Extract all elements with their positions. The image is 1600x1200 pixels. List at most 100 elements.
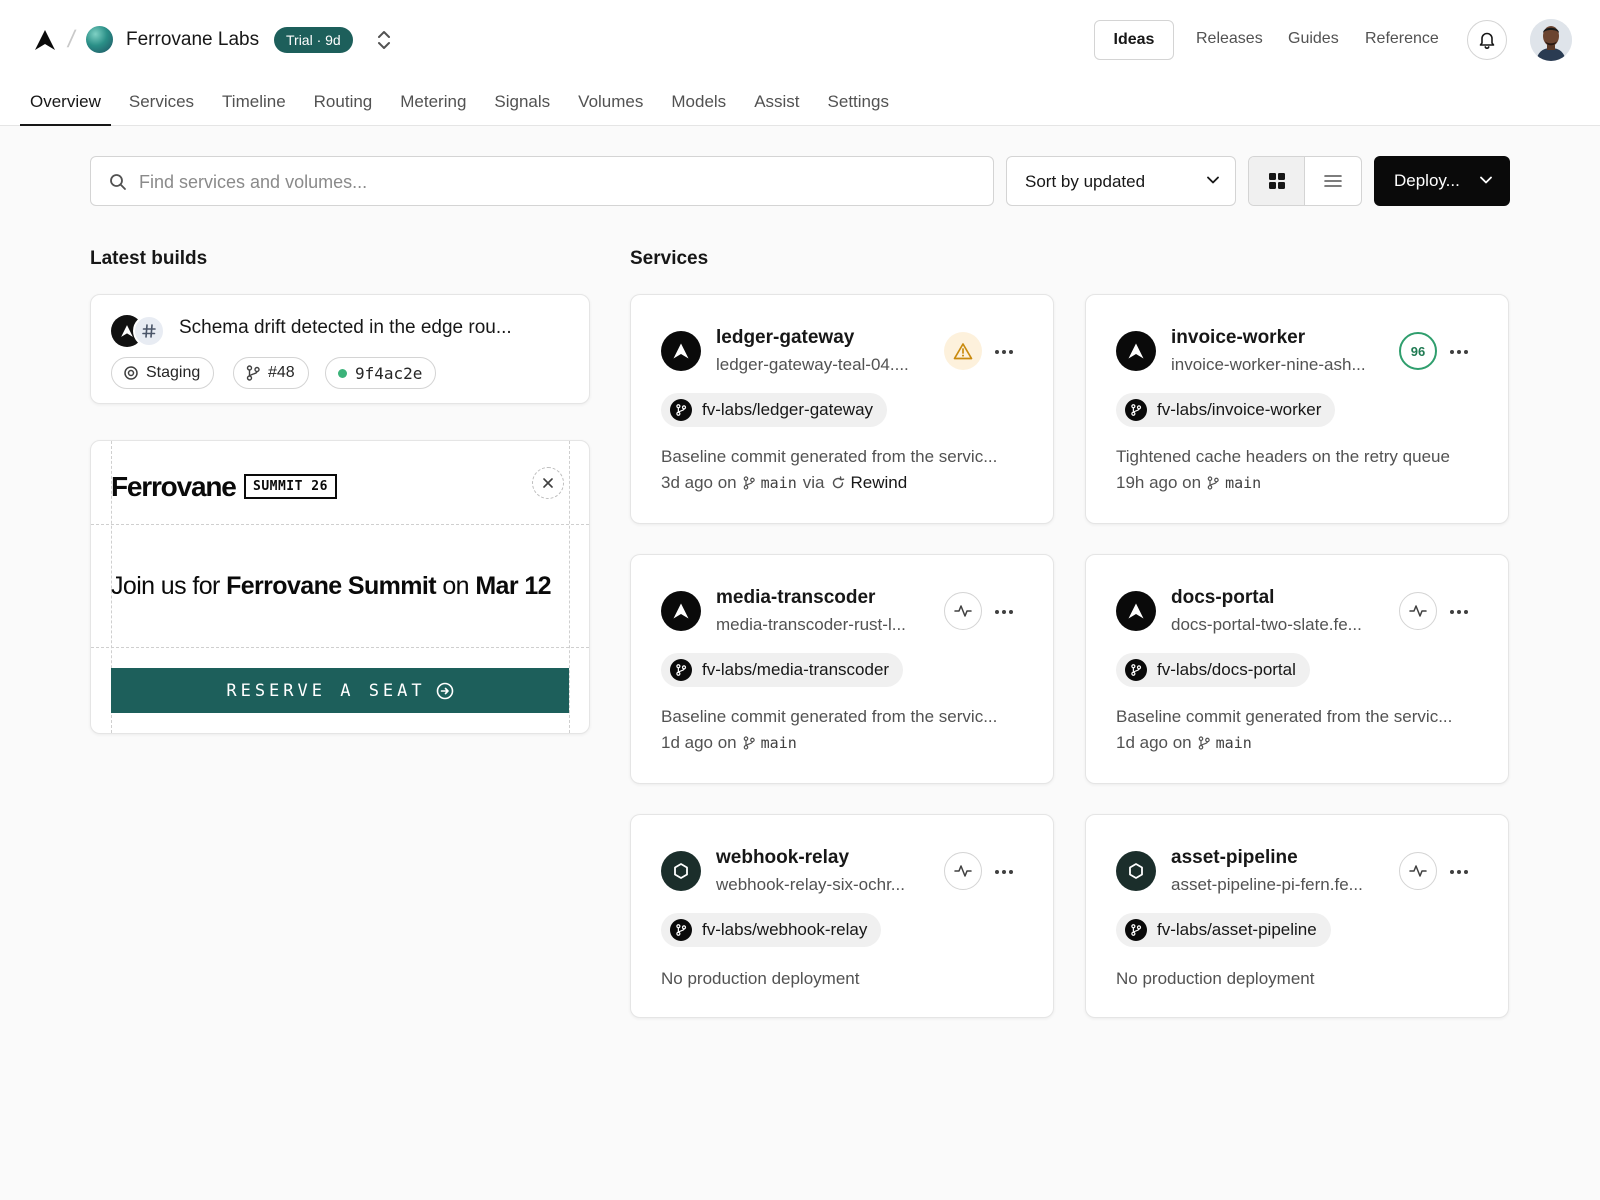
guides-link[interactable]: Guides (1288, 30, 1339, 48)
close-icon (543, 478, 553, 488)
service-card-docs-portal[interactable]: docs-portal docs-portal-two-slate.fe... … (1085, 554, 1509, 784)
brand-logo-icon[interactable] (33, 28, 57, 52)
service-more-button[interactable] (1444, 597, 1474, 627)
service-name[interactable]: asset-pipeline (1171, 847, 1298, 869)
tab-overview[interactable]: Overview (20, 86, 111, 126)
promo-brand: Ferrovane (111, 471, 237, 502)
rewind-icon (832, 476, 844, 489)
service-card-media-transcoder[interactable]: media-transcoder media-transcoder-rust-l… (630, 554, 1054, 784)
repo-name: fv-labs/ledger-gateway (702, 400, 874, 419)
service-more-button[interactable] (989, 337, 1019, 367)
sort-dropdown[interactable]: Sort by updated (1006, 156, 1236, 206)
branch-name[interactable]: main (761, 734, 797, 752)
service-url[interactable]: ledger-gateway-teal-04.... (716, 355, 928, 375)
notifications-button[interactable] (1467, 20, 1507, 60)
tab-metering[interactable]: Metering (390, 86, 476, 126)
git-branch-icon (246, 365, 260, 381)
commit-message[interactable]: Baseline commit generated from the servi… (661, 447, 1031, 467)
service-more-button[interactable] (1444, 337, 1474, 367)
branch-name[interactable]: main (761, 474, 797, 492)
deploy-meta: 19h ago on main (1116, 473, 1261, 493)
close-promo-button[interactable] (532, 467, 564, 499)
service-name[interactable]: invoice-worker (1171, 327, 1305, 349)
build-card[interactable]: Schema drift detected in the edge rou...… (90, 294, 655, 404)
service-card-webhook-relay[interactable]: webhook-relay webhook-relay-six-ochr... … (630, 814, 1054, 1018)
commit-chip[interactable]: 9f4ac2e (325, 357, 437, 389)
activity-pulse-icon[interactable] (1399, 592, 1437, 630)
service-more-button[interactable] (989, 857, 1019, 887)
score-badge[interactable]: 96 (1399, 332, 1437, 370)
team-name[interactable]: Ferrovane Labs (126, 29, 259, 51)
service-url[interactable]: media-transcoder-rust-l... (716, 615, 928, 635)
environment-chip[interactable]: Staging (111, 357, 215, 389)
sort-label: Sort by updated (1025, 172, 1146, 191)
service-name[interactable]: docs-portal (1171, 587, 1274, 609)
git-branch-icon (1207, 476, 1219, 490)
reference-link[interactable]: Reference (1365, 30, 1439, 48)
reserve-label: RESERVE A SEAT (226, 680, 426, 701)
tab-assist[interactable]: Assist (744, 86, 809, 126)
repo-chip[interactable]: fv-labs/media-transcoder (661, 653, 904, 687)
pr-chip[interactable]: #48 (233, 357, 309, 389)
branch-name[interactable]: main (1216, 734, 1252, 752)
releases-link[interactable]: Releases (1196, 30, 1263, 48)
triangle-logo-icon (661, 331, 701, 371)
service-url[interactable]: asset-pipeline-pi-fern.fe... (1171, 875, 1383, 895)
service-card-invoice-worker[interactable]: invoice-worker invoice-worker-nine-ash..… (1085, 294, 1509, 524)
list-view-button[interactable] (1305, 157, 1361, 205)
triangle-logo-icon (1116, 331, 1156, 371)
repo-chip[interactable]: fv-labs/asset-pipeline (1116, 913, 1331, 947)
team-avatar[interactable] (86, 26, 113, 53)
build-avatars (111, 315, 167, 347)
service-name[interactable]: webhook-relay (716, 847, 849, 869)
service-url[interactable]: docs-portal-two-slate.fe... (1171, 615, 1383, 635)
tab-routing[interactable]: Routing (304, 86, 383, 126)
user-avatar[interactable] (1530, 19, 1572, 61)
grid-line (91, 647, 589, 648)
service-more-button[interactable] (989, 597, 1019, 627)
repo-name: fv-labs/invoice-worker (1157, 400, 1322, 419)
deploy-meta: 1d ago on main (1116, 733, 1252, 753)
service-card-ledger-gateway[interactable]: ledger-gateway ledger-gateway-teal-04...… (630, 294, 1054, 524)
activity-pulse-icon[interactable] (944, 592, 982, 630)
commit-message[interactable]: Baseline commit generated from the servi… (661, 707, 1031, 727)
repo-chip[interactable]: fv-labs/invoice-worker (1116, 393, 1336, 427)
ideas-button[interactable]: Ideas (1094, 20, 1174, 60)
list-icon (1324, 175, 1342, 187)
service-card-asset-pipeline[interactable]: asset-pipeline asset-pipeline-pi-fern.fe… (1085, 814, 1509, 1018)
search-box[interactable] (90, 156, 994, 206)
rewind-link[interactable]: Rewind (851, 473, 908, 493)
tab-timeline[interactable]: Timeline (212, 86, 296, 126)
activity-pulse-icon[interactable] (1399, 852, 1437, 890)
service-name[interactable]: media-transcoder (716, 587, 875, 609)
warning-icon[interactable] (944, 332, 982, 370)
repo-chip[interactable]: fv-labs/docs-portal (1116, 653, 1310, 687)
activity-pulse-icon[interactable] (944, 852, 982, 890)
service-url[interactable]: webhook-relay-six-ochr... (716, 875, 928, 895)
tab-signals[interactable]: Signals (484, 86, 560, 126)
service-name[interactable]: ledger-gateway (716, 327, 854, 349)
target-icon (124, 366, 138, 380)
service-more-button[interactable] (1444, 857, 1474, 887)
deploy-time: 3d ago on (661, 473, 737, 492)
deploy-button[interactable]: Deploy... (1374, 156, 1510, 206)
grid-view-button[interactable] (1249, 157, 1305, 205)
tab-models[interactable]: Models (661, 86, 736, 126)
git-repo-icon (670, 399, 692, 421)
tab-services[interactable]: Services (119, 86, 204, 126)
tab-settings[interactable]: Settings (818, 86, 899, 126)
reserve-seat-button[interactable]: RESERVE A SEAT (111, 668, 569, 713)
repo-chip[interactable]: fv-labs/ledger-gateway (661, 393, 888, 427)
commit-message[interactable]: Baseline commit generated from the servi… (1116, 707, 1486, 727)
branch-name[interactable]: main (1225, 474, 1261, 492)
repo-chip[interactable]: fv-labs/webhook-relay (661, 913, 882, 947)
search-input[interactable] (139, 169, 959, 195)
commit-message[interactable]: Tightened cache headers on the retry que… (1116, 447, 1486, 467)
commit-hash: 9f4ac2e (355, 363, 423, 383)
team-switcher-chevrons-icon[interactable] (374, 28, 394, 52)
deploy-meta: 1d ago on main (661, 733, 797, 753)
tab-volumes[interactable]: Volumes (568, 86, 653, 126)
service-url[interactable]: invoice-worker-nine-ash... (1171, 355, 1383, 375)
build-title[interactable]: Schema drift detected in the edge rou... (179, 317, 529, 339)
promo-date: Mar 12 (475, 572, 551, 600)
